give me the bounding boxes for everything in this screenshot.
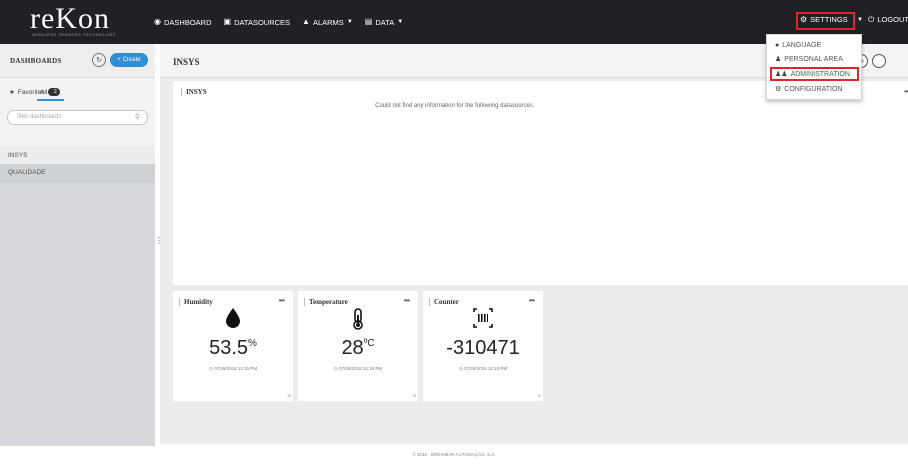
brand-logo[interactable]: reKon WIRELESS SENSORS TECHNOLOGY bbox=[30, 2, 130, 40]
resize-handle[interactable]: ⇲ bbox=[537, 393, 541, 399]
card-menu-icon[interactable]: ••• bbox=[404, 296, 410, 305]
card-title: Humidity bbox=[179, 298, 213, 306]
card-value: 53.5% bbox=[173, 337, 293, 360]
menu-item-personal-area[interactable]: ♟ PERSONAL AREA bbox=[775, 53, 843, 65]
power-icon: ⏻ bbox=[868, 14, 875, 24]
administration-highlight-box bbox=[770, 67, 859, 81]
sidebar-item-qualidade[interactable]: QUALIDADE bbox=[0, 164, 155, 182]
menu-item-configuration-label: CONFIGURATION bbox=[784, 85, 843, 93]
counter-card: Counter ••• -310471 ◷ 07/26/2018 12:15 P… bbox=[423, 291, 543, 401]
chevron-down-icon[interactable]: ▼ bbox=[857, 17, 863, 23]
chevron-down-icon: ▼ bbox=[397, 19, 404, 25]
resize-handle[interactable]: ⇲ bbox=[412, 393, 416, 399]
dashboards-sidebar: DASHBOARDS ↻ + Create ★ Favorites 0 All … bbox=[0, 44, 155, 446]
nav-alarms[interactable]: ▲ ALARMS ▼ bbox=[302, 18, 353, 27]
menu-item-configuration[interactable]: ⚙ CONFIGURATION bbox=[775, 83, 842, 95]
tab-all[interactable]: All 2 bbox=[40, 88, 61, 96]
humidity-unit: % bbox=[248, 338, 257, 349]
resize-handle[interactable]: ⇲ bbox=[287, 393, 291, 399]
car-icon: ▣ bbox=[223, 17, 232, 26]
menu-item-personal-area-label: PERSONAL AREA bbox=[784, 55, 843, 63]
nav-data[interactable]: ▤ DATA ▼ bbox=[365, 18, 403, 27]
card-timestamp: ◷ 07/26/2018 12:15 PM bbox=[333, 366, 383, 371]
card-value: 28ºC bbox=[298, 337, 418, 360]
widget-empty-message: Could not find any information for the f… bbox=[375, 103, 533, 109]
nav-dashboard[interactable]: ◉ DASHBOARD bbox=[154, 18, 212, 27]
globe-icon: ● bbox=[775, 41, 780, 49]
nav-settings-label: SETTINGS bbox=[810, 15, 848, 24]
card-timestamp: ◷ 07/26/2018 12:15 PM bbox=[208, 366, 258, 371]
humidity-card: Humidity ••• 53.5% ◷ 07/26/2018 12:15 PM… bbox=[173, 291, 293, 401]
nav-alarms-label: ALARMS bbox=[312, 17, 344, 27]
temperature-timestamp: 07/26/2018 12:15 PM bbox=[339, 366, 383, 371]
counter-timestamp: 07/26/2018 12:15 PM bbox=[464, 366, 508, 371]
logo-text: reKon bbox=[30, 2, 110, 35]
nav-dashboard-label: DASHBOARD bbox=[163, 17, 212, 27]
filter-placeholder: filter dashboards bbox=[17, 114, 62, 120]
widget-menu-icon[interactable]: •• bbox=[904, 87, 908, 96]
thermometer-icon bbox=[298, 308, 418, 330]
dashboard-icon: ◉ bbox=[154, 17, 161, 26]
card-timestamp: ◷ 07/26/2018 12:15 PM bbox=[458, 366, 508, 371]
bell-icon: ▲ bbox=[302, 17, 310, 26]
sidebar-title: DASHBOARDS bbox=[10, 57, 62, 65]
user-icon: ♟ bbox=[775, 56, 782, 63]
card-menu-icon[interactable]: ••• bbox=[279, 296, 285, 305]
filter-dashboards-input[interactable]: filter dashboards ⚲ bbox=[7, 110, 148, 125]
active-tab-indicator bbox=[37, 99, 64, 101]
nav-data-label: DATA bbox=[375, 17, 395, 27]
database-icon: ▤ bbox=[364, 17, 373, 26]
counter-icon bbox=[423, 308, 543, 328]
logo-tagline: WIRELESS SENSORS TECHNOLOGY bbox=[32, 32, 116, 37]
gear-icon: ⚙ bbox=[800, 14, 808, 24]
card-menu-icon[interactable]: ••• bbox=[529, 296, 535, 305]
page-footer: © 2018 - BRESIMAR AUTOMAÇÃO, S.A. bbox=[0, 446, 908, 464]
temperature-card: Temperature ••• 28ºC ◷ 07/26/2018 12:15 … bbox=[298, 291, 418, 401]
search-icon: ⚲ bbox=[134, 114, 140, 121]
humidity-timestamp: 07/26/2018 12:15 PM bbox=[214, 366, 258, 371]
gear-icon: ⚙ bbox=[775, 86, 782, 93]
sidebar-item-insys[interactable]: INSYS bbox=[0, 146, 155, 164]
nav-datasources[interactable]: ▣ DATASOURCES bbox=[224, 18, 291, 27]
widget-title: INSYS bbox=[181, 88, 207, 96]
page-title: INSYS bbox=[173, 57, 200, 67]
humidity-value: 53.5 bbox=[209, 337, 249, 359]
star-icon: ★ bbox=[9, 89, 15, 96]
temperature-unit: ºC bbox=[363, 338, 375, 349]
card-title: Temperature bbox=[304, 298, 348, 306]
insys-widget: INSYS Could not find any information for… bbox=[173, 81, 908, 285]
more-icon[interactable] bbox=[872, 54, 886, 68]
nav-settings[interactable]: ⚙ SETTINGS bbox=[800, 15, 848, 24]
main-nav: ◉ DASHBOARD ▣ DATASOURCES ▲ ALARMS ▼ ▤ D… bbox=[154, 0, 403, 44]
nav-logout[interactable]: ⏻ LOGOUT bbox=[868, 15, 908, 24]
temperature-value: 28 bbox=[341, 337, 364, 359]
create-dashboard-button[interactable]: + Create bbox=[110, 53, 148, 67]
menu-item-language-label: LANGUAGE bbox=[782, 41, 822, 49]
chevron-down-icon: ▼ bbox=[346, 19, 353, 25]
water-drop-icon bbox=[173, 308, 293, 328]
counter-value: -310471 bbox=[446, 337, 520, 359]
card-title: Counter bbox=[429, 298, 459, 306]
tab-all-label: All bbox=[40, 88, 48, 96]
footer-copyright: © 2018 - BRESIMAR AUTOMAÇÃO, S.A. bbox=[412, 452, 496, 457]
nav-logout-label: LOGOUT bbox=[877, 15, 908, 24]
refresh-icon[interactable]: ↻ bbox=[92, 53, 106, 67]
sidebar-tabs: ★ Favorites 0 All 2 filter dashboards ⚲ bbox=[0, 78, 155, 146]
sidebar-header: DASHBOARDS ↻ + Create bbox=[0, 44, 155, 78]
nav-datasources-label: DATASOURCES bbox=[234, 17, 291, 27]
menu-item-language[interactable]: ● LANGUAGE bbox=[775, 39, 821, 51]
tab-all-count: 2 bbox=[50, 88, 61, 96]
